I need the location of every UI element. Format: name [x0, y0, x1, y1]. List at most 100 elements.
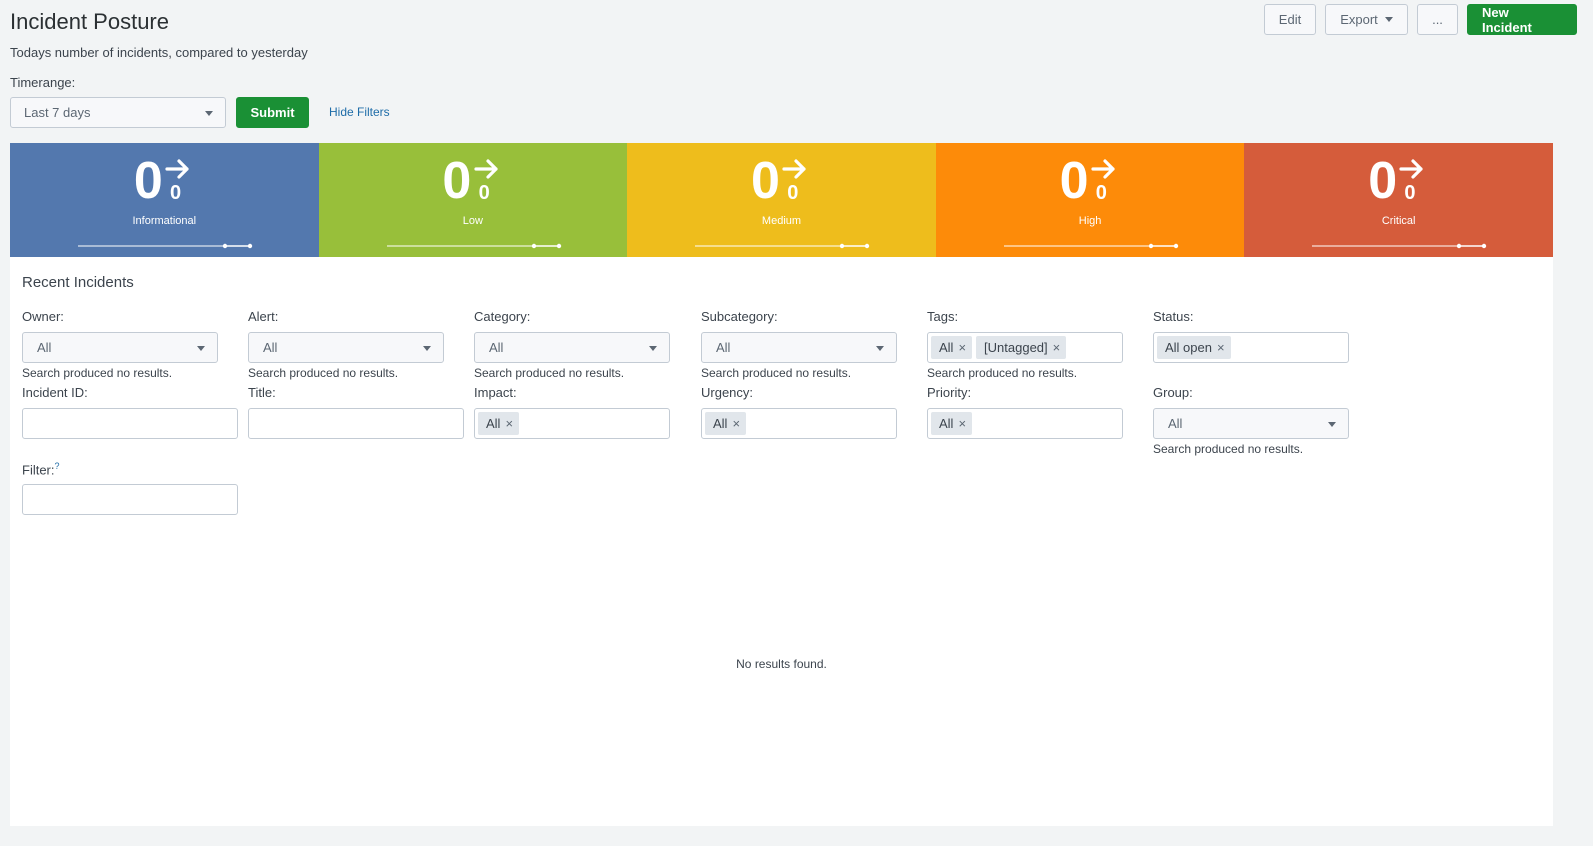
incident-id-label: Incident ID:: [22, 385, 88, 400]
top-actions: Edit Export ... New Incident: [1264, 4, 1577, 35]
close-icon[interactable]: ×: [958, 340, 966, 355]
tile-count-value: 0: [442, 152, 472, 210]
arrow-right-icon: [1091, 159, 1115, 179]
category-label: Category:: [474, 309, 531, 324]
tile-count-value: 0: [1059, 152, 1089, 210]
close-icon[interactable]: ×: [732, 416, 740, 431]
submit-button-label: Submit: [250, 105, 295, 120]
tag-chip[interactable]: All ×: [931, 336, 973, 359]
page-title: Incident Posture: [10, 9, 169, 34]
close-icon[interactable]: ×: [958, 416, 966, 431]
chevron-down-icon: [876, 346, 884, 351]
tile-delta: 0: [1095, 182, 1107, 204]
more-button[interactable]: ...: [1417, 4, 1458, 35]
chip-label: [Untagged]: [984, 340, 1048, 355]
export-button-label: Export: [1340, 12, 1378, 27]
chevron-down-icon: [197, 346, 205, 351]
incident-id-input[interactable]: [22, 408, 238, 439]
submit-button[interactable]: Submit: [236, 97, 309, 128]
owner-label: Owner:: [22, 309, 64, 324]
priority-label: Priority:: [927, 385, 972, 400]
timerange-label: Timerange:: [10, 75, 76, 90]
alert-message: Search produced no results.: [248, 366, 399, 380]
tags-label: Tags:: [927, 309, 959, 324]
tile-severity-label: Low: [462, 215, 483, 227]
priority-multiselect[interactable]: All ×: [927, 408, 1123, 439]
hide-filters-link[interactable]: Hide Filters: [329, 105, 390, 119]
page-description: Todays number of incidents, compared to …: [10, 45, 308, 60]
title-label: Title:: [248, 385, 276, 400]
urgency-multiselect[interactable]: All ×: [701, 408, 897, 439]
alert-select[interactable]: All: [248, 332, 444, 363]
impact-chip[interactable]: All ×: [478, 412, 520, 435]
chevron-down-icon: [1384, 17, 1393, 22]
filter-label-text: Filter:: [22, 462, 55, 478]
tile-delta: 0: [478, 182, 490, 204]
arrow-right-icon: [782, 159, 806, 179]
chevron-down-icon: [649, 346, 657, 351]
tag-chip[interactable]: [Untagged] ×: [976, 336, 1067, 359]
help-icon[interactable]: ?: [55, 461, 60, 471]
priority-chip[interactable]: All ×: [931, 412, 973, 435]
tags-multiselect[interactable]: All × [Untagged] ×: [927, 332, 1123, 363]
arrow-right-icon: [165, 159, 189, 179]
urgency-label: Urgency:: [701, 385, 754, 400]
category-select[interactable]: All: [474, 332, 670, 363]
subcategory-label: Subcategory:: [701, 309, 778, 324]
group-message: Search produced no results.: [1153, 442, 1304, 456]
arrow-right-icon: [1399, 159, 1423, 179]
timerange-value: Last 7 days: [24, 105, 91, 120]
close-icon[interactable]: ×: [505, 416, 513, 431]
severity-tile[interactable]: 0 0 High: [935, 143, 1245, 257]
sparkline: [695, 243, 870, 249]
timerange-select[interactable]: Last 7 days: [10, 97, 226, 128]
severity-tile[interactable]: 0 0 Medium: [627, 143, 936, 257]
status-chip[interactable]: All open ×: [1157, 336, 1231, 359]
subcategory-select[interactable]: All: [701, 332, 897, 363]
group-label: Group:: [1153, 385, 1193, 400]
group-select[interactable]: All: [1153, 408, 1349, 439]
no-results-message: No results found.: [736, 657, 827, 671]
group-value: All: [1168, 416, 1183, 431]
chevron-down-icon: [205, 111, 213, 116]
title-input[interactable]: [248, 408, 464, 439]
status-label: Status:: [1153, 309, 1194, 324]
owner-value: All: [37, 340, 52, 355]
tags-message: Search produced no results.: [927, 366, 1078, 380]
tile-severity-label: Critical: [1381, 215, 1416, 227]
tile-delta: 0: [170, 182, 182, 204]
tile-severity-label: Medium: [761, 215, 802, 227]
recent-incidents-panel: Recent Incidents Owner: All Search produ…: [10, 257, 1553, 826]
severity-tile[interactable]: 0 0 Low: [318, 143, 628, 257]
subcategory-message: Search produced no results.: [701, 366, 852, 380]
edit-button[interactable]: Edit: [1264, 4, 1316, 35]
edit-button-label: Edit: [1278, 12, 1302, 27]
sparkline: [1003, 243, 1178, 249]
tile-count-value: 0: [1368, 152, 1398, 210]
chip-label: All open: [1165, 340, 1212, 355]
category-message: Search produced no results.: [474, 366, 625, 380]
status-multiselect[interactable]: All open ×: [1153, 332, 1349, 363]
severity-tile[interactable]: 0 0 Informational: [10, 143, 319, 257]
chip-label: All: [939, 416, 954, 431]
chevron-down-icon: [1328, 422, 1336, 427]
export-button[interactable]: Export: [1325, 4, 1408, 35]
severity-tile[interactable]: 0 0 Critical: [1244, 143, 1553, 257]
panel-title: Recent Incidents: [22, 274, 134, 291]
owner-select[interactable]: All: [22, 332, 218, 363]
filter-input[interactable]: [22, 484, 238, 515]
sparkline: [78, 243, 253, 249]
tile-severity-label: Informational: [132, 215, 197, 227]
severity-tiles: 0 0 Informational 0 0 Low 0 0 Medium 0 0 High 0 0 Crit…: [10, 143, 1553, 257]
tile-delta: 0: [787, 182, 799, 204]
new-incident-button[interactable]: New Incident: [1467, 4, 1577, 35]
urgency-chip[interactable]: All ×: [705, 412, 747, 435]
impact-multiselect[interactable]: All ×: [474, 408, 670, 439]
chip-label: All: [486, 416, 501, 431]
close-icon[interactable]: ×: [1217, 340, 1225, 355]
new-incident-button-label: New Incident: [1482, 4, 1532, 35]
close-icon[interactable]: ×: [1053, 340, 1061, 355]
alert-value: All: [263, 340, 278, 355]
chip-label: All: [713, 416, 728, 431]
alert-label: Alert:: [248, 309, 279, 324]
